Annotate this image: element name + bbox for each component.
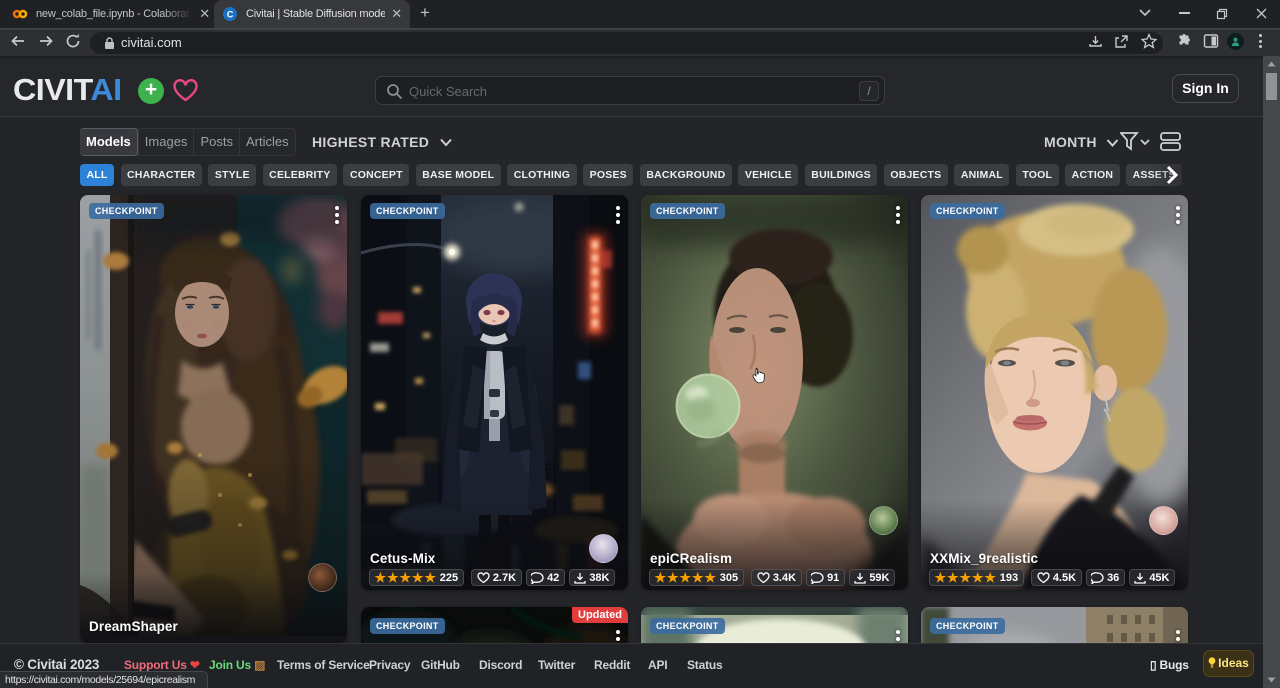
svg-text:C: C xyxy=(227,10,234,20)
